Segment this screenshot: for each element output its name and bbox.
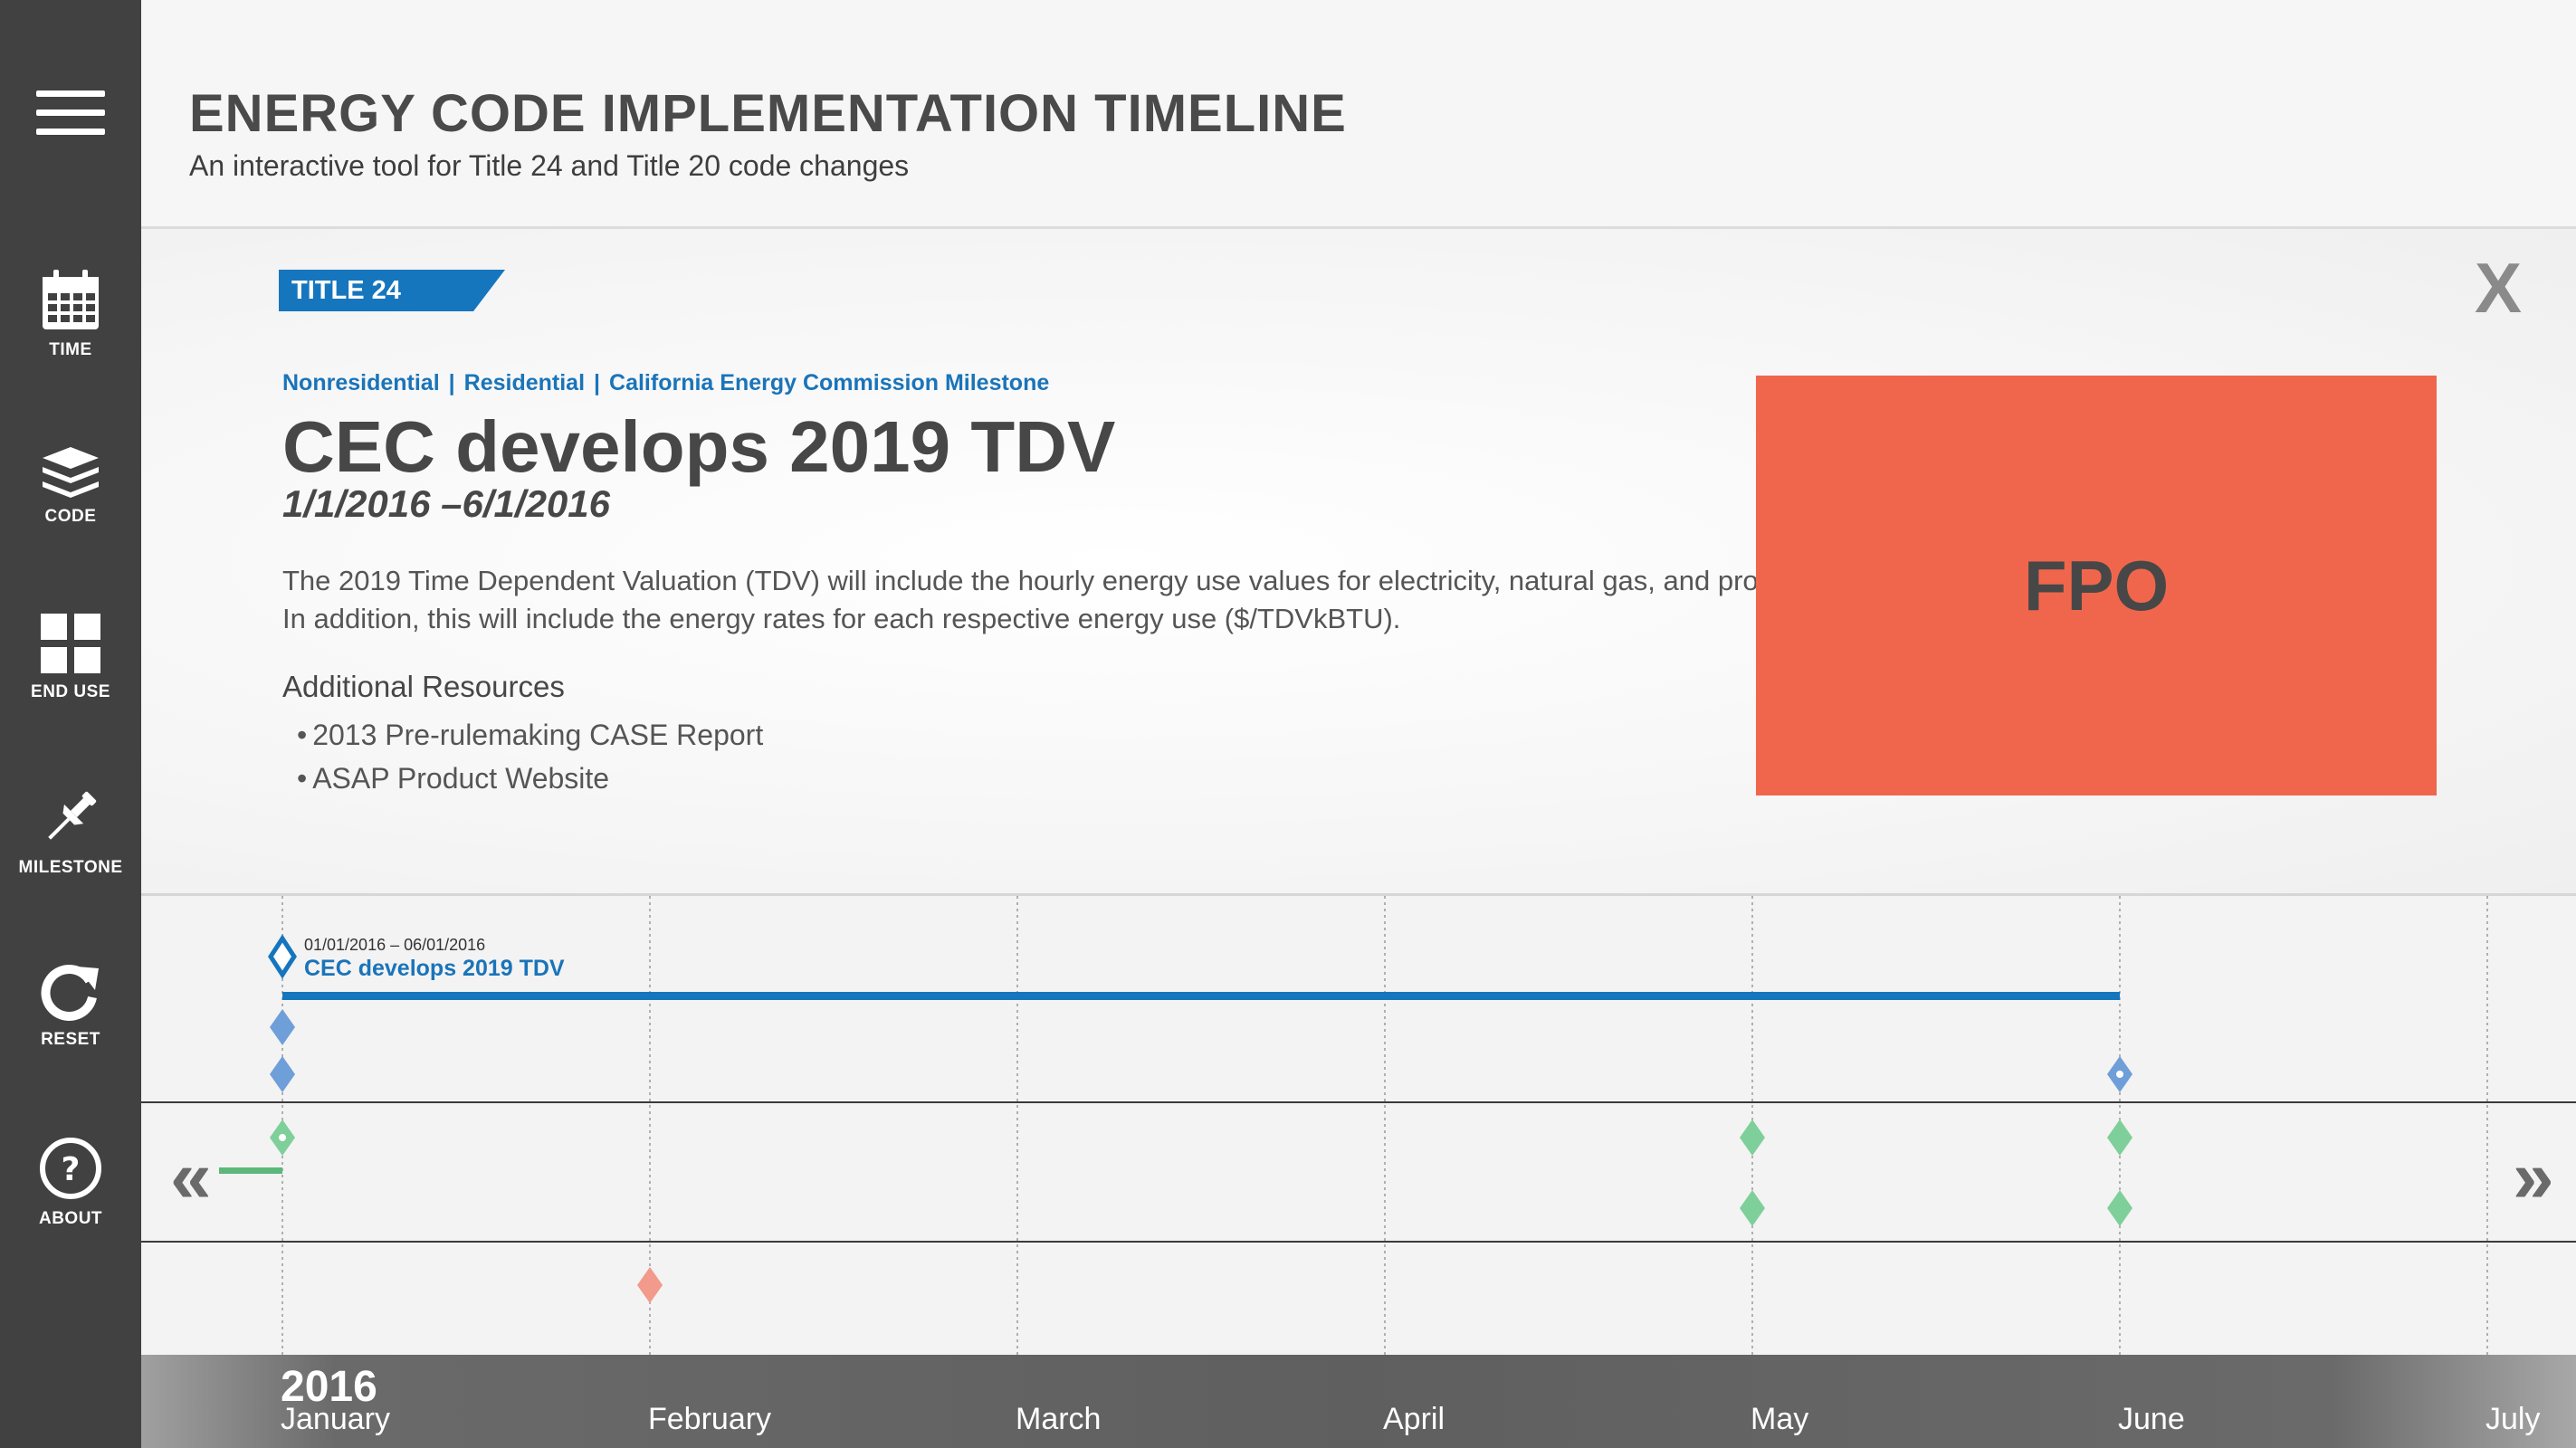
bullet: • [297,719,308,751]
category-separator: | [448,370,455,395]
green-milestone-marker[interactable] [2107,1119,2132,1156]
code-tag-badge: TITLE 24 [279,270,505,311]
selected-event-date-range: 01/01/2016 – 06/01/2016 [304,936,486,954]
event-date-range: 1/1/2016 –6/1/2016 [282,482,611,525]
green-extent-bar [219,1167,282,1174]
help-icon: ? [40,1138,101,1199]
resource-item: • 2013 Pre-rulemaking CASE Report [297,713,763,757]
grid-icon [41,614,100,673]
selected-event-marker[interactable] [268,934,297,979]
category-cec-milestone[interactable]: California Energy Commission Milestone [609,370,1049,395]
timeline-prev-arrow[interactable]: « [170,1140,212,1215]
selected-event-bar[interactable] [282,992,2120,1000]
red-milestone-marker[interactable] [637,1267,663,1303]
blue-milestone-marker[interactable] [270,1009,295,1045]
month-label-february[interactable]: February [648,1402,771,1437]
bullet: • [297,762,308,795]
sidebar-item-label: MILESTONE [18,858,123,877]
hamburger-menu-icon[interactable] [36,90,105,136]
sidebar-item-label: END USE [31,682,110,701]
sidebar-item-time[interactable]: TIME [0,270,141,360]
green-milestone-marker[interactable] [1740,1119,1765,1156]
timeline: 01/01/2016 – 06/01/2016 CEC develops 201… [141,896,2576,1448]
resource-link-case-report[interactable]: 2013 Pre-rulemaking CASE Report [312,719,763,751]
resources-heading: Additional Resources [282,670,565,703]
marker-center-dot [279,1134,286,1141]
month-label-july[interactable]: July [2485,1402,2540,1437]
sidebar-item-label: RESET [41,1030,100,1049]
sidebar-item-label: ABOUT [38,1209,103,1228]
sidebar-item-about[interactable]: ? ABOUT [0,1137,141,1229]
month-axis: 2016 January February March April May June Jul… [141,1355,2576,1448]
sidebar-item-end-use[interactable]: END USE [0,614,141,702]
month-label-may[interactable]: May [1751,1402,1808,1437]
month-label-june[interactable]: June [2118,1402,2185,1437]
green-milestone-marker[interactable] [1740,1190,1765,1226]
layers-icon [43,447,99,498]
marker-center-dot [2116,1071,2123,1078]
event-detail-panel: TITLE 24 X Nonresidential | Residential | Ca… [141,229,2576,896]
resource-link-asap-website[interactable]: ASAP Product Website [312,762,609,795]
refresh-icon [41,965,99,1021]
close-button[interactable]: X [2475,252,2522,323]
month-label-march[interactable]: March [1016,1402,1101,1437]
category-nonresidential[interactable]: Nonresidential [282,370,440,395]
category-list: Nonresidential | Residential | California En… [282,370,1049,396]
sidebar-item-reset[interactable]: RESET [0,961,141,1050]
resource-item: • ASAP Product Website [297,757,763,800]
category-separator: | [594,370,601,395]
sidebar-item-label: TIME [49,340,92,359]
resources-list: • 2013 Pre-rulemaking CASE Report • ASAP P… [297,713,763,800]
app-title: ENERGY CODE IMPLEMENTATION TIMELINE [189,84,1347,143]
svg-text:?: ? [62,1151,81,1188]
app-subtitle: An interactive tool for Title 24 and Tit… [189,149,910,182]
sidebar-item-code[interactable]: CODE [0,445,141,527]
month-label-april[interactable]: April [1383,1402,1445,1437]
selected-event-title[interactable]: CEC develops 2019 TDV [304,956,565,982]
blue-milestone-marker[interactable] [270,1056,295,1092]
image-placeholder: FPO [1756,376,2437,795]
timeline-next-arrow[interactable]: » [2513,1140,2554,1215]
sidebar-item-label: CODE [44,507,97,526]
header: ENERGY CODE IMPLEMENTATION TIMELINE An i… [141,0,2576,229]
pushpin-icon [48,791,97,840]
event-title: CEC develops 2019 TDV [282,406,1116,487]
calendar-icon [43,270,99,329]
event-description: The 2019 Time Dependent Valuation (TDV) … [282,565,1829,634]
sidebar-item-milestone[interactable]: MILESTONE [0,786,141,878]
image-placeholder-label: FPO [2023,545,2170,625]
green-milestone-marker[interactable] [2107,1190,2132,1226]
sidebar: TIME CODE END USE MILESTONE RESET ? ABOU… [0,0,141,1448]
month-label-january[interactable]: January [281,1402,390,1437]
category-residential[interactable]: Residential [464,370,585,395]
